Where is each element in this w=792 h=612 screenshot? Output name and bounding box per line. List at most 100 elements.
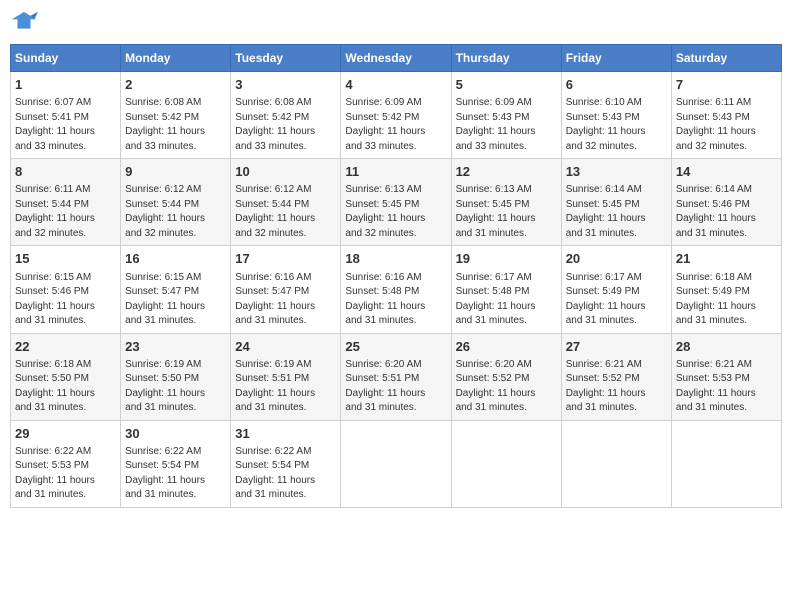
calendar-day-cell: 8Sunrise: 6:11 AMSunset: 5:44 PMDaylight…	[11, 159, 121, 246]
day-info: Sunrise: 6:19 AMSunset: 5:50 PMDaylight:…	[125, 358, 226, 416]
day-info: Sunrise: 6:11 AMSunset: 5:43 PMDaylight:…	[676, 96, 777, 154]
calendar-day-cell: 5 Sunrise: 6:09 AMSunset: 5:43 PMDaylight…	[451, 72, 561, 159]
day-info: Sunrise: 6:13 AMSunset: 5:45 PMDaylight:…	[456, 183, 557, 241]
day-number: 26	[456, 338, 557, 356]
calendar-day-cell: 18 Sunrise: 6:16 AMSunset: 5:48 PMDayligh…	[341, 246, 451, 333]
calendar-day-cell: 17 Sunrise: 6:16 AMSunset: 5:47 PMDayligh…	[231, 246, 341, 333]
day-info: Sunrise: 6:22 AMSunset: 5:53 PMDaylight:…	[15, 445, 116, 503]
day-info: Sunrise: 6:08 AMSunset: 5:42 PMDaylight:…	[235, 96, 336, 154]
calendar-day-cell: 30 Sunrise: 6:22 AMSunset: 5:54 PMDayligh…	[121, 420, 231, 507]
day-number: 18	[345, 250, 446, 268]
day-number: 15	[15, 250, 116, 268]
calendar-day-cell: 22 Sunrise: 6:18 AMSunset: 5:50 PMDayligh…	[11, 333, 121, 420]
calendar-day-cell: 20Sunrise: 6:17 AMSunset: 5:49 PMDayligh…	[561, 246, 671, 333]
day-number: 29	[15, 425, 116, 443]
calendar-day-cell	[561, 420, 671, 507]
logo	[10, 10, 42, 38]
calendar-day-cell	[341, 420, 451, 507]
calendar-day-cell: 29 Sunrise: 6:22 AMSunset: 5:53 PMDayligh…	[11, 420, 121, 507]
day-info: Sunrise: 6:12 AMSunset: 5:44 PMDaylight:…	[125, 183, 226, 241]
calendar-header-cell: Wednesday	[341, 45, 451, 72]
day-info: Sunrise: 6:07 AMSunset: 5:41 PMDaylight:…	[15, 96, 116, 154]
day-info: Sunrise: 6:19 AMSunset: 5:51 PMDaylight:…	[235, 358, 336, 416]
day-number: 2	[125, 76, 226, 94]
day-number: 22	[15, 338, 116, 356]
calendar-day-cell: 16 Sunrise: 6:15 AMSunset: 5:47 PMDayligh…	[121, 246, 231, 333]
day-number: 25	[345, 338, 446, 356]
day-number: 12	[456, 163, 557, 181]
day-number: 21	[676, 250, 777, 268]
day-number: 31	[235, 425, 336, 443]
day-info: Sunrise: 6:09 AMSunset: 5:43 PMDaylight:…	[456, 96, 557, 154]
day-info: Sunrise: 6:14 AMSunset: 5:45 PMDaylight:…	[566, 183, 667, 241]
day-number: 5	[456, 76, 557, 94]
calendar-header-cell: Tuesday	[231, 45, 341, 72]
calendar-day-cell: 28Sunrise: 6:21 AMSunset: 5:53 PMDayligh…	[671, 333, 781, 420]
day-info: Sunrise: 6:12 AMSunset: 5:44 PMDaylight:…	[235, 183, 336, 241]
calendar-day-cell: 14 Sunrise: 6:14 AMSunset: 5:46 PMDayligh…	[671, 159, 781, 246]
day-number: 7	[676, 76, 777, 94]
day-number: 10	[235, 163, 336, 181]
calendar-day-cell: 2 Sunrise: 6:08 AMSunset: 5:42 PMDaylight…	[121, 72, 231, 159]
day-number: 14	[676, 163, 777, 181]
calendar-day-cell: 23 Sunrise: 6:19 AMSunset: 5:50 PMDayligh…	[121, 333, 231, 420]
calendar-day-cell	[451, 420, 561, 507]
calendar-day-cell: 12 Sunrise: 6:13 AMSunset: 5:45 PMDayligh…	[451, 159, 561, 246]
calendar-header-cell: Saturday	[671, 45, 781, 72]
day-number: 30	[125, 425, 226, 443]
calendar-header-cell: Sunday	[11, 45, 121, 72]
day-number: 28	[676, 338, 777, 356]
calendar-day-cell: 31 Sunrise: 6:22 AMSunset: 5:54 PMDayligh…	[231, 420, 341, 507]
day-info: Sunrise: 6:20 AMSunset: 5:51 PMDaylight:…	[345, 358, 446, 416]
calendar-day-cell: 9 Sunrise: 6:12 AMSunset: 5:44 PMDaylight…	[121, 159, 231, 246]
calendar-day-cell: 25 Sunrise: 6:20 AMSunset: 5:51 PMDayligh…	[341, 333, 451, 420]
calendar-day-cell: 1 Sunrise: 6:07 AMSunset: 5:41 PMDaylight…	[11, 72, 121, 159]
calendar-day-cell: 26 Sunrise: 6:20 AMSunset: 5:52 PMDayligh…	[451, 333, 561, 420]
day-info: Sunrise: 6:18 AMSunset: 5:49 PMDaylight:…	[676, 271, 777, 329]
calendar-week-row: 15 Sunrise: 6:15 AMSunset: 5:46 PMDayligh…	[11, 246, 782, 333]
day-info: Sunrise: 6:15 AMSunset: 5:46 PMDaylight:…	[15, 271, 116, 329]
day-number: 17	[235, 250, 336, 268]
calendar-day-cell: 21 Sunrise: 6:18 AMSunset: 5:49 PMDayligh…	[671, 246, 781, 333]
day-number: 19	[456, 250, 557, 268]
calendar-header-cell: Thursday	[451, 45, 561, 72]
calendar-day-cell	[671, 420, 781, 507]
day-info: Sunrise: 6:21 AMSunset: 5:52 PMDaylight:…	[566, 358, 667, 416]
calendar-day-cell: 11Sunrise: 6:13 AMSunset: 5:45 PMDayligh…	[341, 159, 451, 246]
day-number: 27	[566, 338, 667, 356]
day-number: 9	[125, 163, 226, 181]
day-info: Sunrise: 6:16 AMSunset: 5:48 PMDaylight:…	[345, 271, 446, 329]
day-info: Sunrise: 6:17 AMSunset: 5:49 PMDaylight:…	[566, 271, 667, 329]
day-number: 4	[345, 76, 446, 94]
calendar-week-row: 29 Sunrise: 6:22 AMSunset: 5:53 PMDayligh…	[11, 420, 782, 507]
day-info: Sunrise: 6:16 AMSunset: 5:47 PMDaylight:…	[235, 271, 336, 329]
day-number: 24	[235, 338, 336, 356]
day-info: Sunrise: 6:13 AMSunset: 5:45 PMDaylight:…	[345, 183, 446, 241]
calendar-day-cell: 6 Sunrise: 6:10 AMSunset: 5:43 PMDaylight…	[561, 72, 671, 159]
calendar-week-row: 1 Sunrise: 6:07 AMSunset: 5:41 PMDaylight…	[11, 72, 782, 159]
day-info: Sunrise: 6:18 AMSunset: 5:50 PMDaylight:…	[15, 358, 116, 416]
calendar-day-cell: 7 Sunrise: 6:11 AMSunset: 5:43 PMDaylight…	[671, 72, 781, 159]
calendar-day-cell: 19Sunrise: 6:17 AMSunset: 5:48 PMDayligh…	[451, 246, 561, 333]
day-number: 23	[125, 338, 226, 356]
day-info: Sunrise: 6:09 AMSunset: 5:42 PMDaylight:…	[345, 96, 446, 154]
day-info: Sunrise: 6:08 AMSunset: 5:42 PMDaylight:…	[125, 96, 226, 154]
calendar-week-row: 22 Sunrise: 6:18 AMSunset: 5:50 PMDayligh…	[11, 333, 782, 420]
calendar-day-cell: 24 Sunrise: 6:19 AMSunset: 5:51 PMDayligh…	[231, 333, 341, 420]
day-number: 1	[15, 76, 116, 94]
calendar-header-cell: Friday	[561, 45, 671, 72]
day-number: 13	[566, 163, 667, 181]
day-info: Sunrise: 6:14 AMSunset: 5:46 PMDaylight:…	[676, 183, 777, 241]
day-info: Sunrise: 6:22 AMSunset: 5:54 PMDaylight:…	[235, 445, 336, 503]
calendar-day-cell: 27 Sunrise: 6:21 AMSunset: 5:52 PMDayligh…	[561, 333, 671, 420]
day-info: Sunrise: 6:15 AMSunset: 5:47 PMDaylight:…	[125, 271, 226, 329]
calendar-header-cell: Monday	[121, 45, 231, 72]
logo-bird-icon	[10, 10, 38, 38]
day-number: 16	[125, 250, 226, 268]
calendar-day-cell: 4 Sunrise: 6:09 AMSunset: 5:42 PMDaylight…	[341, 72, 451, 159]
day-info: Sunrise: 6:22 AMSunset: 5:54 PMDaylight:…	[125, 445, 226, 503]
day-number: 6	[566, 76, 667, 94]
header	[10, 10, 782, 38]
day-info: Sunrise: 6:20 AMSunset: 5:52 PMDaylight:…	[456, 358, 557, 416]
day-info: Sunrise: 6:10 AMSunset: 5:43 PMDaylight:…	[566, 96, 667, 154]
